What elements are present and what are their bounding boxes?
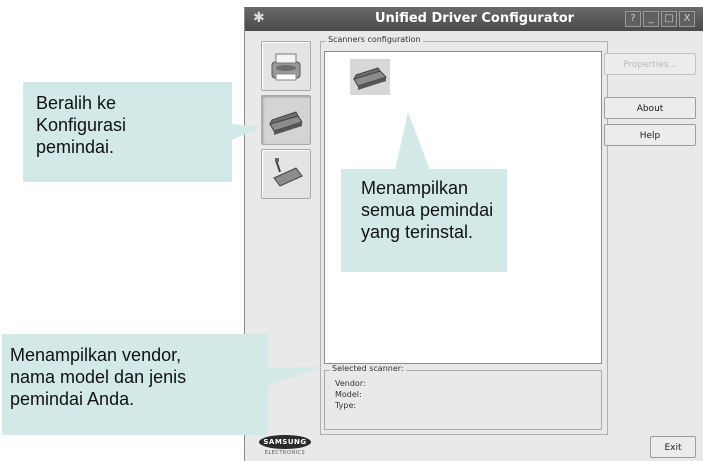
callout-pointer-list bbox=[395, 112, 430, 170]
callout-list-line: yang terinstal. bbox=[361, 222, 474, 242]
callout-list-line: semua pemindai bbox=[361, 200, 494, 220]
callout-list-line: Menampilkan bbox=[361, 178, 469, 198]
callout-list: Menampilkan semua pemindai yang terinsta… bbox=[341, 169, 507, 272]
callout-info-line: nama model dan jenis bbox=[10, 367, 187, 387]
callout-switch-line: Konfigurasi bbox=[36, 115, 127, 135]
callout-pointer-info bbox=[268, 367, 322, 386]
callout-pointer-switch bbox=[232, 124, 262, 140]
callout-info: Menampilkan vendor, nama model dan jenis… bbox=[2, 334, 268, 435]
callout-switch-line: Beralih ke bbox=[36, 93, 117, 113]
callout-info-line: pemindai Anda. bbox=[10, 389, 135, 409]
callout-switch-line: pemindai. bbox=[36, 137, 115, 157]
callout-switch: Beralih ke Konfigurasi pemindai. bbox=[23, 82, 232, 182]
callout-info-line: Menampilkan vendor, bbox=[10, 345, 182, 365]
